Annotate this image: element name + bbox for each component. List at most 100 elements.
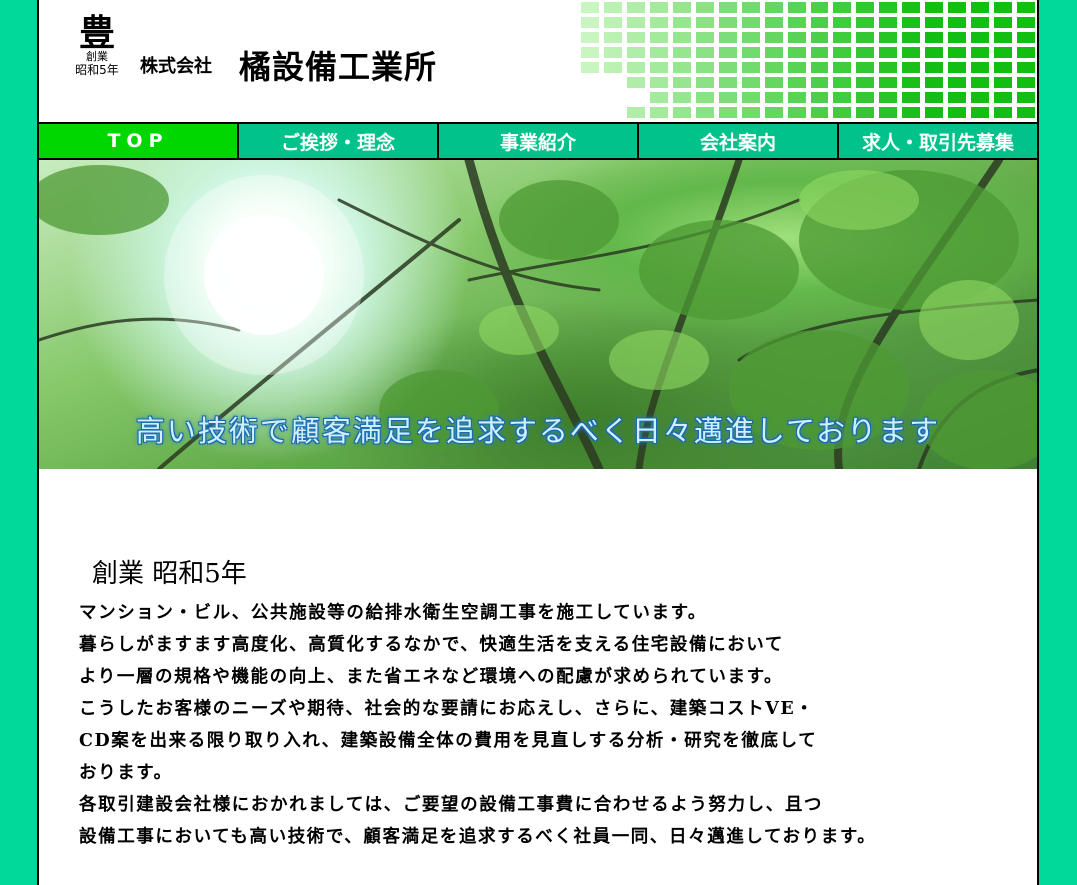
decorative-tile bbox=[626, 32, 645, 43]
decorative-tile bbox=[649, 2, 668, 13]
decorative-tile bbox=[925, 2, 944, 13]
decorative-tile bbox=[925, 107, 944, 118]
page-container: 豊 創業 昭和5年 株式会社 橘設備工業所 TOP ご挨拶・理念 事業紹介 会社… bbox=[37, 0, 1039, 885]
decorative-tile bbox=[925, 32, 944, 43]
decorative-tile bbox=[581, 47, 599, 58]
decorative-tile bbox=[741, 107, 760, 118]
decorative-tile bbox=[764, 47, 783, 58]
decorative-tile bbox=[971, 17, 990, 28]
company-name: 橘設備工業所 bbox=[239, 48, 438, 86]
decorative-tile bbox=[581, 77, 599, 88]
decorative-tile bbox=[1017, 47, 1035, 58]
decorative-tile bbox=[649, 17, 668, 28]
decorative-tile bbox=[925, 47, 944, 58]
decorative-tile bbox=[672, 47, 691, 58]
decorative-tile bbox=[626, 2, 645, 13]
decorative-tile bbox=[833, 32, 852, 43]
decorative-tile bbox=[994, 62, 1013, 73]
decorative-tile bbox=[718, 107, 737, 118]
decorative-tile bbox=[810, 32, 829, 43]
decorative-tile bbox=[718, 17, 737, 28]
decorative-tile bbox=[856, 47, 875, 58]
decorative-tile bbox=[902, 47, 921, 58]
decorative-tile bbox=[902, 77, 921, 88]
decorative-tile bbox=[833, 77, 852, 88]
decorative-tile bbox=[581, 32, 599, 43]
decorative-tile bbox=[856, 107, 875, 118]
decorative-tile bbox=[626, 17, 645, 28]
decorative-tile bbox=[948, 2, 967, 13]
decorative-tile bbox=[994, 92, 1013, 103]
decorative-tile bbox=[1017, 77, 1035, 88]
decorative-tile bbox=[879, 62, 898, 73]
decorative-tile bbox=[672, 32, 691, 43]
decorative-tile bbox=[879, 17, 898, 28]
decorative-tile bbox=[649, 62, 668, 73]
decorative-tile bbox=[833, 47, 852, 58]
site-header: 豊 創業 昭和5年 株式会社 橘設備工業所 bbox=[39, 0, 1037, 122]
decorative-tile bbox=[649, 92, 668, 103]
decorative-tile bbox=[1017, 32, 1035, 43]
decorative-tile bbox=[1017, 2, 1035, 13]
description-line: より一層の規格や機能の向上、また省エネなど環境への配慮が求められています。 bbox=[79, 667, 784, 687]
decorative-tile bbox=[948, 92, 967, 103]
decorative-tile bbox=[1017, 62, 1035, 73]
decorative-tile bbox=[856, 17, 875, 28]
decorative-tile bbox=[741, 32, 760, 43]
decorative-tile bbox=[581, 107, 599, 118]
decorative-tile bbox=[626, 47, 645, 58]
decorative-tile bbox=[718, 77, 737, 88]
nav-item-company[interactable]: 会社案内 bbox=[637, 124, 837, 158]
decorative-tile bbox=[695, 77, 714, 88]
decorative-tile bbox=[695, 2, 714, 13]
decorative-tile bbox=[695, 92, 714, 103]
decorative-tile bbox=[948, 107, 967, 118]
decorative-tile bbox=[718, 92, 737, 103]
nav-item-business[interactable]: 事業紹介 bbox=[437, 124, 637, 158]
decorative-tile bbox=[925, 77, 944, 88]
decorative-tile bbox=[787, 92, 806, 103]
decorative-tile bbox=[741, 92, 760, 103]
decorative-tile bbox=[695, 107, 714, 118]
decorative-tile bbox=[833, 107, 852, 118]
decorative-tile bbox=[810, 47, 829, 58]
founded-label: 創業 bbox=[86, 50, 108, 63]
decorative-tile bbox=[672, 2, 691, 13]
decorative-tile bbox=[672, 92, 691, 103]
decorative-tile bbox=[856, 92, 875, 103]
decorative-tile bbox=[1017, 107, 1035, 118]
nav-item-recruit[interactable]: 求人・取引先募集 bbox=[837, 124, 1037, 158]
decorative-tile bbox=[833, 2, 852, 13]
nav-item-greeting[interactable]: ご挨拶・理念 bbox=[237, 124, 437, 158]
nav-item-top[interactable]: TOP bbox=[39, 124, 237, 158]
decorative-tile bbox=[902, 32, 921, 43]
decorative-tile bbox=[994, 77, 1013, 88]
decorative-tile bbox=[718, 2, 737, 13]
decorative-tile bbox=[994, 47, 1013, 58]
decorative-tile bbox=[810, 92, 829, 103]
decorative-tile bbox=[741, 77, 760, 88]
decorative-tile bbox=[649, 32, 668, 43]
decorative-tile bbox=[672, 17, 691, 28]
decorative-tile bbox=[925, 17, 944, 28]
decorative-tile bbox=[604, 107, 622, 118]
decorative-tile bbox=[626, 107, 645, 118]
decorative-tile bbox=[971, 107, 990, 118]
decorative-tile bbox=[925, 62, 944, 73]
decorative-tile bbox=[787, 47, 806, 58]
decorative-tile bbox=[672, 107, 691, 118]
decorative-tile bbox=[626, 77, 645, 88]
decorative-tile bbox=[718, 47, 737, 58]
company-logo[interactable]: 豊 創業 昭和5年 bbox=[59, 14, 135, 77]
decorative-tile bbox=[948, 62, 967, 73]
decorative-tile bbox=[879, 32, 898, 43]
decorative-tile bbox=[902, 107, 921, 118]
crest-icon: 豊 bbox=[78, 12, 115, 54]
decorative-tile bbox=[902, 17, 921, 28]
description-line: おります。 bbox=[79, 763, 173, 783]
decorative-tile bbox=[741, 62, 760, 73]
decorative-tile bbox=[603, 2, 622, 13]
decorative-tile bbox=[810, 17, 829, 28]
decorative-tile bbox=[627, 92, 645, 103]
hero-caption: 高い技術で顧客満足を追求するべく日々邁進しております bbox=[135, 414, 941, 448]
